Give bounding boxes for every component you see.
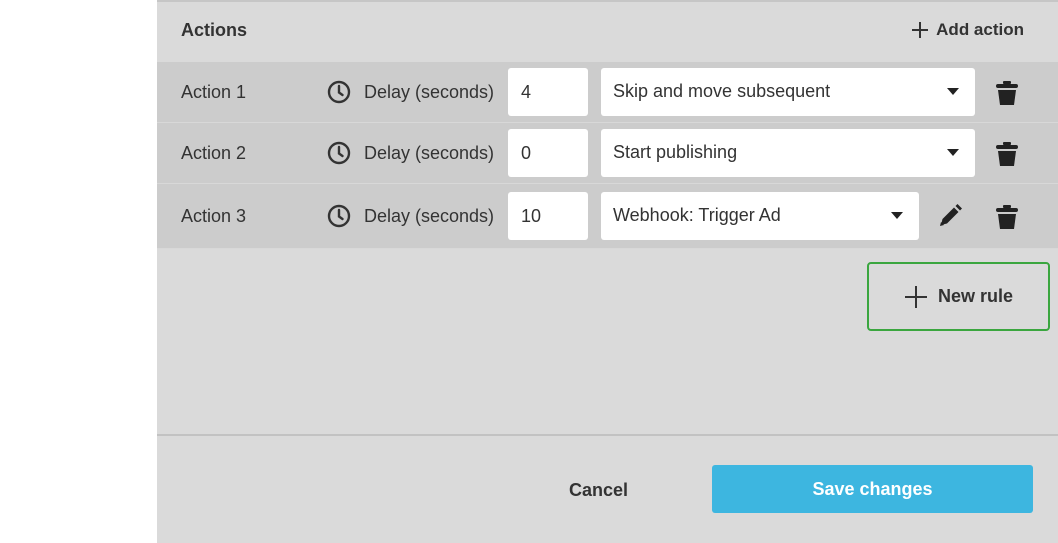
chevron-down-icon bbox=[947, 149, 959, 156]
action-label: Action 3 bbox=[181, 206, 247, 226]
select-value: Start publishing bbox=[613, 142, 738, 162]
actions-title: Actions bbox=[181, 20, 248, 40]
new-rule-button[interactable]: New rule bbox=[867, 262, 1050, 331]
action-row-1: Action 1 Delay (seconds) Skip and move s… bbox=[157, 62, 1058, 123]
save-changes-button[interactable]: Save changes bbox=[712, 465, 1033, 513]
delay-input[interactable] bbox=[508, 192, 588, 240]
action-row-3: Action 3 Delay (seconds) Webhook: Trigge… bbox=[157, 184, 1058, 249]
select-value: Skip and move subsequent bbox=[613, 81, 831, 101]
cancel-button[interactable]: Cancel bbox=[569, 480, 628, 501]
plus-icon bbox=[912, 22, 929, 38]
clock-icon bbox=[327, 80, 351, 104]
new-rule-label: New rule bbox=[937, 286, 1014, 306]
chevron-down-icon bbox=[891, 212, 903, 219]
action-type-select[interactable]: Start publishing bbox=[601, 129, 975, 177]
trash-icon[interactable] bbox=[995, 141, 1019, 167]
chevron-down-icon bbox=[947, 88, 959, 95]
clock-icon bbox=[327, 141, 351, 165]
plus-icon bbox=[904, 285, 927, 308]
save-changes-label: Save changes bbox=[812, 478, 933, 499]
select-value: Webhook: Trigger Ad bbox=[613, 205, 781, 225]
action-type-select[interactable]: Webhook: Trigger Ad bbox=[601, 192, 919, 240]
delay-label: Delay (seconds) bbox=[364, 206, 495, 226]
actions-header: Actions Add action bbox=[157, 2, 1058, 62]
trash-icon[interactable] bbox=[995, 80, 1019, 106]
clock-icon bbox=[327, 204, 351, 228]
action-type-select[interactable]: Skip and move subsequent bbox=[601, 68, 975, 116]
action-label: Action 2 bbox=[181, 143, 247, 163]
delay-input[interactable] bbox=[508, 129, 588, 177]
add-action-label: Add action bbox=[936, 20, 1024, 39]
action-row-2: Action 2 Delay (seconds) Start publishin… bbox=[157, 123, 1058, 184]
add-action-button[interactable]: Add action bbox=[910, 20, 1024, 40]
pencil-icon[interactable] bbox=[937, 203, 963, 229]
footer-divider bbox=[157, 434, 1058, 436]
delay-label: Delay (seconds) bbox=[364, 82, 495, 102]
rules-panel: Actions Add action Action 1 Delay (secon… bbox=[157, 0, 1058, 543]
action-label: Action 1 bbox=[181, 82, 247, 102]
delay-input[interactable] bbox=[508, 68, 588, 116]
trash-icon[interactable] bbox=[995, 204, 1019, 230]
delay-label: Delay (seconds) bbox=[364, 143, 495, 163]
